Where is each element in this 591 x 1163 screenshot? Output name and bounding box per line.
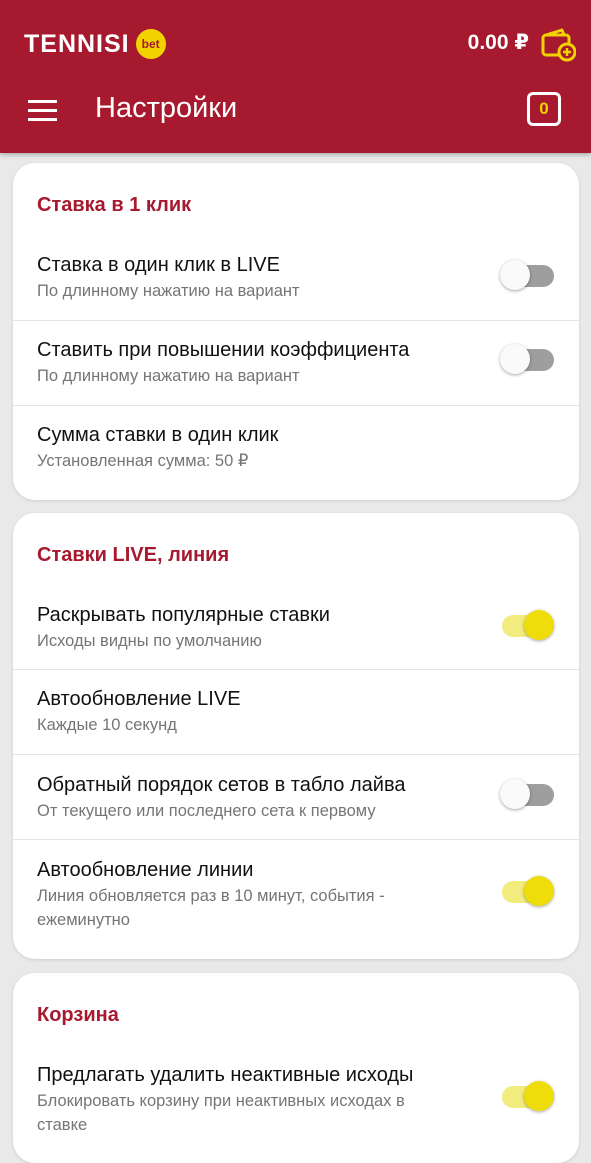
setting-title: Раскрывать популярные ставки <box>37 604 330 626</box>
setting-reverse-set-order[interactable]: Обратный порядок сетов в табло лайва От … <box>13 755 579 840</box>
coupon-button[interactable]: 0 <box>527 92 561 126</box>
coupon-count: 0 <box>539 99 549 118</box>
logo-badge: bet <box>135 29 166 59</box>
menu-icon[interactable] <box>26 96 60 126</box>
setting-expand-popular-bets[interactable]: Раскрывать популярные ставки Исходы видн… <box>13 585 579 670</box>
setting-title: Ставить при повышении коэффициента <box>37 339 410 361</box>
setting-subtitle: Исходы видны по умолчанию <box>37 632 262 650</box>
setting-title: Автообновление линии <box>37 859 254 881</box>
setting-title: Предлагать удалить неактивные исходы <box>37 1064 414 1086</box>
setting-subtitle: От текущего или последнего сета к первом… <box>37 802 376 820</box>
logo-text: TENNISI <box>24 29 130 58</box>
section-title: Ставки LIVE, линия <box>37 544 230 566</box>
wallet-add-icon[interactable] <box>540 26 576 62</box>
setting-title: Обратный порядок сетов в табло лайва <box>37 774 406 796</box>
setting-one-click-amount[interactable]: Сумма ставки в один клик Установленная с… <box>13 406 579 491</box>
section-title: Ставка в 1 клик <box>37 194 192 216</box>
section-live-line: Ставки LIVE, линия Раскрывать популярные… <box>13 513 579 959</box>
toggle-switch[interactable] <box>500 607 554 641</box>
setting-one-click-live[interactable]: Ставка в один клик в LIVE По длинному на… <box>13 235 579 321</box>
section-one-click: Ставка в 1 клик Ставка в один клик в LIV… <box>13 163 579 500</box>
toggle-switch[interactable] <box>500 873 554 907</box>
setting-title: Автообновление LIVE <box>37 688 241 710</box>
setting-subtitle: По длинному нажатию на вариант <box>37 282 300 300</box>
setting-subtitle: Установленная сумма: 50 ₽ <box>37 452 249 470</box>
setting-live-autoupdate[interactable]: Автообновление LIVE Каждые 10 секунд <box>13 670 579 755</box>
setting-subtitle: По длинному нажатию на вариант <box>37 367 300 385</box>
setting-subtitle: Линия обновляется раз в 10 минут, событи… <box>37 887 385 929</box>
section-betslip: Корзина Предлагать удалить неактивные ис… <box>13 973 579 1163</box>
toggle-switch[interactable] <box>500 341 554 375</box>
setting-subtitle: Блокировать корзину при неактивных исход… <box>37 1092 405 1134</box>
setting-title: Ставка в один клик в LIVE <box>37 254 280 276</box>
setting-bet-on-odds-increase[interactable]: Ставить при повышении коэффициента По дл… <box>13 321 579 406</box>
setting-line-autoupdate[interactable]: Автообновление линии Линия обновляется р… <box>13 840 579 950</box>
toggle-switch[interactable] <box>500 1078 554 1112</box>
balance-amount[interactable]: 0.00 ₽ <box>468 30 529 55</box>
section-title: Корзина <box>37 1004 119 1026</box>
setting-title: Сумма ставки в один клик <box>37 424 279 446</box>
toggle-switch[interactable] <box>500 257 554 291</box>
toggle-switch[interactable] <box>500 776 554 810</box>
setting-subtitle: Каждые 10 секунд <box>37 716 177 734</box>
page-title: Настройки <box>95 92 238 124</box>
tennisi-logo: TENNISI bet <box>24 28 166 60</box>
setting-suggest-remove-inactive[interactable]: Предлагать удалить неактивные исходы Бло… <box>13 1045 579 1155</box>
app-header: TENNISI bet 0.00 ₽ Настройки 0 <box>0 0 591 153</box>
